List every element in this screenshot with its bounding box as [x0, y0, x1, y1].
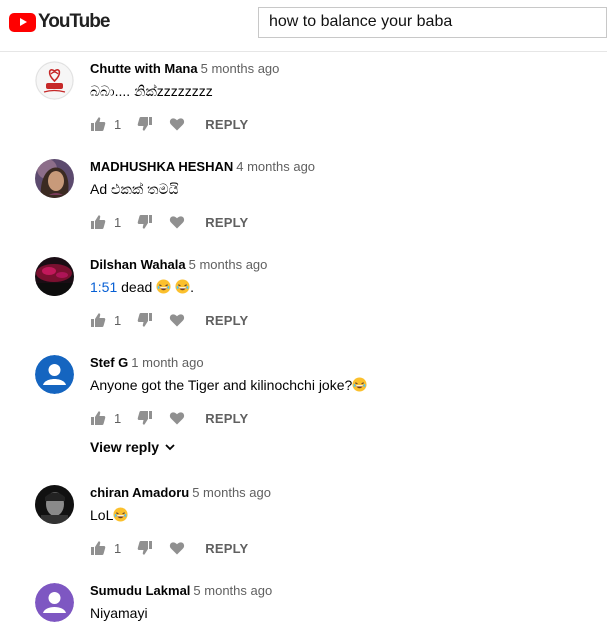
comment-time[interactable]: 1 month ago: [131, 355, 203, 370]
comment-author[interactable]: Stef G: [90, 355, 128, 370]
comment-meta: Sumudu Lakmal 5 months ago: [90, 583, 272, 598]
avatar[interactable]: [35, 583, 74, 622]
like-icon[interactable]: [90, 312, 106, 328]
like-count: 1: [114, 214, 122, 230]
comment-text-body: Anyone got the Tiger and kilinochchi jok…: [90, 377, 353, 393]
reply-button[interactable]: REPLY: [205, 541, 248, 556]
comment-author[interactable]: chiran Amadoru: [90, 485, 189, 500]
default-avatar-icon: [35, 355, 74, 394]
heart-icon: [169, 312, 185, 328]
avatar[interactable]: [35, 257, 74, 296]
comment-text-body: LoL: [90, 507, 114, 523]
like-icon[interactable]: [90, 214, 106, 230]
like-icon[interactable]: [90, 540, 106, 556]
comment-actions: 1 REPLY: [90, 409, 248, 427]
comment-actions: 1 REPLY: [90, 213, 248, 231]
like-icon[interactable]: [90, 410, 106, 426]
comment-actions: 1 REPLY: [90, 539, 248, 557]
avatar-image: [35, 485, 74, 524]
like-count: 1: [114, 116, 122, 132]
reply-button[interactable]: REPLY: [205, 117, 248, 132]
comment-author[interactable]: Chutte with Mana: [90, 61, 198, 76]
default-avatar-icon: [35, 583, 74, 622]
dislike-icon[interactable]: [137, 410, 153, 426]
like-icon[interactable]: [90, 116, 106, 132]
comment-author[interactable]: Sumudu Lakmal: [90, 583, 190, 598]
like-count: 1: [114, 410, 122, 426]
avatar[interactable]: [35, 159, 74, 198]
view-reply-label: View reply: [90, 439, 160, 455]
comment-text: Anyone got the Tiger and kilinochchi jok…: [90, 377, 367, 393]
comment-author[interactable]: Dilshan Wahala: [90, 257, 186, 272]
comment-actions: 1 REPLY: [90, 311, 248, 329]
reply-button[interactable]: REPLY: [205, 313, 248, 328]
dislike-icon[interactable]: [137, 116, 153, 132]
dislike-icon[interactable]: [137, 540, 153, 556]
comment-time[interactable]: 5 months ago: [201, 61, 280, 76]
comment-author[interactable]: MADHUSHKA HESHAN: [90, 159, 233, 174]
logo-text: YouTube: [38, 11, 110, 32]
comment-time[interactable]: 4 months ago: [236, 159, 315, 174]
avatar-image: [35, 61, 74, 100]
laughing-emoji-icon: [175, 279, 190, 294]
chevron-down-icon: [165, 444, 175, 451]
comment-meta: MADHUSHKA HESHAN 4 months ago: [90, 159, 315, 174]
laughing-emoji-icon: [352, 377, 367, 392]
comment-text: 1:51 dead .: [90, 279, 194, 295]
view-reply-button[interactable]: View reply: [90, 439, 176, 455]
avatar[interactable]: [35, 485, 74, 524]
comment-text: Ad එකක් තමයි: [90, 181, 179, 197]
comment-time[interactable]: 5 months ago: [192, 485, 271, 500]
heart-icon: [169, 116, 185, 132]
laughing-emoji-icon: [156, 279, 171, 294]
comment-meta: Chutte with Mana 5 months ago: [90, 61, 279, 76]
top-bar: YouTube how to balance your baba: [0, 0, 607, 52]
comment-time[interactable]: 5 months ago: [193, 583, 272, 598]
dislike-icon[interactable]: [137, 312, 153, 328]
comment-text: LoL: [90, 507, 128, 523]
laughing-emoji-icon: [113, 507, 128, 522]
avatar[interactable]: [35, 355, 74, 394]
heart-icon: [169, 410, 185, 426]
avatar-image: [35, 159, 74, 198]
comment-meta: chiran Amadoru 5 months ago: [90, 485, 271, 500]
comment-meta: Dilshan Wahala 5 months ago: [90, 257, 267, 272]
dislike-icon[interactable]: [137, 214, 153, 230]
youtube-play-icon: [9, 12, 36, 32]
timestamp-link[interactable]: 1:51: [90, 279, 117, 295]
youtube-logo[interactable]: YouTube: [9, 11, 110, 33]
heart-icon: [169, 540, 185, 556]
like-count: 1: [114, 312, 122, 328]
comment-actions: 1 REPLY: [90, 115, 248, 133]
heart-icon: [169, 214, 185, 230]
like-count: 1: [114, 540, 122, 556]
search-input[interactable]: how to balance your baba: [258, 7, 607, 38]
comment-text-end: .: [190, 279, 194, 295]
comment-meta: Stef G1 month ago: [90, 355, 204, 370]
reply-button[interactable]: REPLY: [205, 411, 248, 426]
comment-text-body: dead: [117, 279, 157, 295]
comment-text: Niyamayi: [90, 605, 148, 621]
comment-text: බබා.... නික්zzzzzzzz: [90, 83, 213, 99]
avatar-image: [35, 257, 74, 296]
comment-time[interactable]: 5 months ago: [189, 257, 268, 272]
reply-button[interactable]: REPLY: [205, 215, 248, 230]
avatar[interactable]: [35, 61, 74, 100]
